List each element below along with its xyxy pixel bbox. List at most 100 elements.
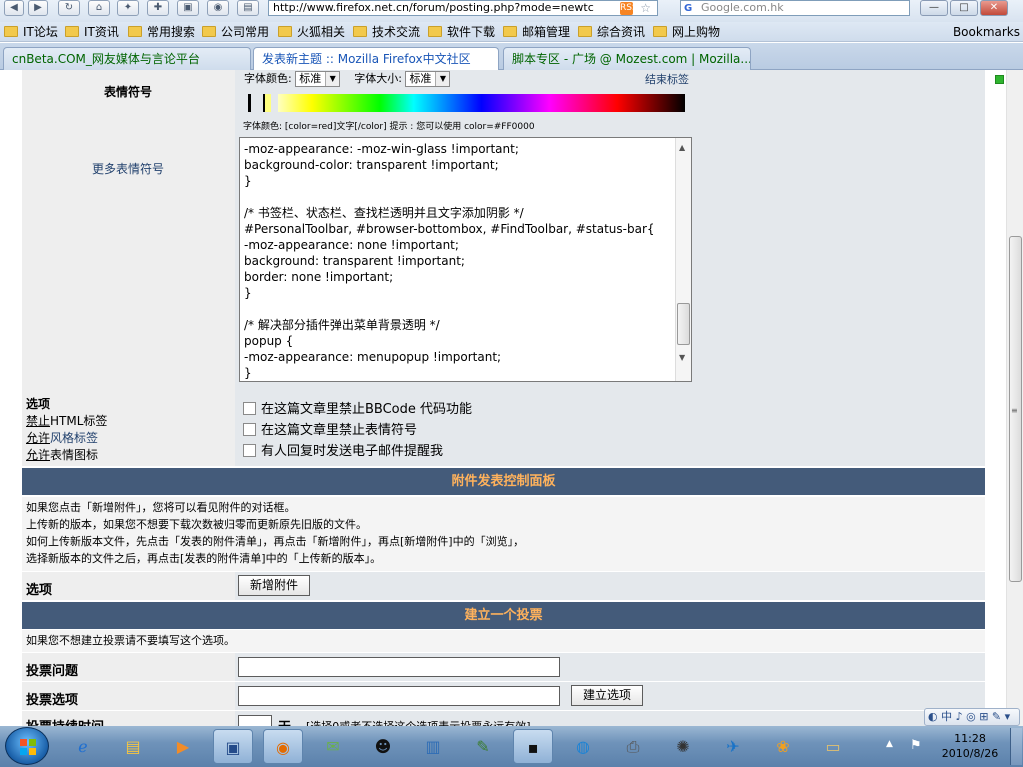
folder-icon	[653, 26, 667, 37]
tab-mozest[interactable]: 脚本专区 - 广场 @ Mozest.com | Mozilla...	[503, 47, 751, 70]
url-bar[interactable]: http://www.firefox.net.cn/forum/posting.…	[268, 0, 658, 16]
color-hint: 字体颜色: [color=red]文字[/color] 提示 : 您可以使用 c…	[243, 122, 535, 132]
browser-icon[interactable]: ◍	[563, 729, 603, 764]
poll-option-input[interactable]	[238, 686, 560, 706]
bookmark-folder[interactable]: 火狐相关	[278, 24, 345, 40]
addon-icon[interactable]: ✦	[117, 0, 139, 16]
emoticons-label: 表情符号	[104, 85, 153, 99]
reload-button[interactable]: ↻	[58, 0, 80, 16]
tab-firefox-posting[interactable]: 发表新主题 :: Mozilla Firefox中文社区	[253, 47, 499, 71]
attachments-info: 如果您点击「新增附件」，您将可以看见附件的对话框。 上传新的版本，如果您不想要下…	[22, 497, 985, 571]
home-icon[interactable]: ⌂	[88, 0, 110, 16]
command-prompt-icon[interactable]: ▪	[513, 729, 553, 764]
bookmark-folder[interactable]: 综合资讯	[578, 24, 645, 40]
bookmark-folder[interactable]: 软件下载	[428, 24, 495, 40]
notify-reply-option[interactable]: 有人回复时发送电子邮件提醒我	[243, 440, 443, 459]
poll-duration-row: 投票持续时间 天 [选择0或者不选择这个选项表示投票永远有效]	[22, 711, 985, 726]
ime-toolbar[interactable]: ◐ 中 ♪ ◎ ⊞ ✎ ▾	[924, 708, 1020, 726]
ime-icon: ◐	[928, 710, 938, 723]
disable-smilies-option[interactable]: 在这篇文章里禁止表情符号	[243, 419, 417, 438]
network-icon[interactable]: ⚑	[910, 738, 922, 753]
rss-icon[interactable]: RSS	[620, 2, 638, 15]
page-scrollbar[interactable]: ≡	[1006, 70, 1023, 726]
smilies-on-link[interactable]: 允许	[26, 448, 50, 462]
start-button[interactable]	[5, 727, 49, 765]
bookmark-folder[interactable]: 技术交流	[353, 24, 420, 40]
bookmarks-menu[interactable]: Bookmarks	[953, 24, 1020, 40]
star-icon[interactable]: ☆	[640, 1, 651, 15]
forward-button[interactable]: ▶	[28, 0, 48, 16]
messenger-icon[interactable]: ✉	[313, 729, 353, 764]
internet-explorer-icon[interactable]: ℯ	[63, 729, 103, 764]
attachments-header: 附件发表控制面板	[22, 468, 985, 495]
poll-duration-label: 投票持续时间	[26, 716, 104, 726]
bookmark-folder[interactable]: 网上购物	[653, 24, 720, 40]
lock-icon[interactable]: ▣	[177, 0, 199, 16]
bookmark-folder[interactable]: IT论坛	[4, 24, 58, 40]
options-right-cell: 在这篇文章里禁止BBCode 代码功能 在这篇文章里禁止表情符号 有人回复时发送…	[235, 390, 985, 466]
color-swatch-yellow[interactable]	[263, 94, 271, 112]
add-option-button[interactable]: 建立选项	[571, 685, 643, 706]
google-icon: G	[684, 3, 693, 14]
puzzle-icon[interactable]: ✚	[147, 0, 169, 16]
font-color-label: 字体颜色:	[244, 72, 292, 85]
close-tags-link[interactable]: 结束标签	[645, 71, 689, 87]
html-off-link[interactable]: 禁止	[26, 414, 50, 428]
media-player-icon[interactable]: ▶	[163, 729, 203, 764]
bookmark-folder[interactable]: 邮箱管理	[503, 24, 570, 40]
poll-note-row: 如果您不想建立投票请不要填写这个选项。	[22, 630, 985, 652]
page-icon[interactable]: ▤	[237, 0, 259, 16]
message-textarea[interactable]: -moz-appearance: -moz-win-glass !importa…	[239, 137, 692, 382]
poll-question-input[interactable]	[238, 657, 560, 677]
checkbox[interactable]	[243, 402, 256, 415]
disable-bbcode-option[interactable]: 在这篇文章里禁止BBCode 代码功能	[243, 398, 472, 417]
color-picker-bar[interactable]	[278, 94, 685, 112]
textarea-scroll-thumb[interactable]	[677, 303, 690, 345]
qq-icon[interactable]: ☻	[363, 729, 403, 764]
poll-duration-input[interactable]	[238, 715, 272, 726]
minimize-button[interactable]: —	[920, 0, 948, 16]
save-disk-icon[interactable]: ▣	[213, 729, 253, 764]
scroll-down-icon[interactable]: ▼	[679, 350, 685, 366]
close-button[interactable]: ✕	[980, 0, 1008, 16]
remote-desktop-icon[interactable]: ▥	[413, 729, 453, 764]
show-desktop-button[interactable]	[1010, 728, 1022, 765]
font-size-select[interactable]: 标准 ▼	[405, 71, 451, 87]
poll-question-label: 投票问题	[26, 664, 79, 679]
font-color-select[interactable]: 标准 ▼	[295, 71, 341, 87]
add-attachment-button[interactable]: 新增附件	[238, 575, 310, 596]
bookmark-folder[interactable]: 常用搜索	[128, 24, 195, 40]
globe-icon[interactable]: ◉	[207, 0, 229, 16]
folder-icon	[428, 26, 442, 37]
feather-icon[interactable]: ✈	[713, 729, 753, 764]
taskbar: ℯ ▤ ▶ ▣ ◉ ✉ ☻ ▥ ✎ ▪ ◍ ⎙ ✺ ✈ ❀ ▭ ▲ ⚑ 11:2…	[0, 726, 1023, 767]
tray-expand-icon[interactable]: ▲	[886, 739, 893, 749]
checkbox[interactable]	[243, 423, 256, 436]
clock[interactable]: 11:28 2010/8/26	[940, 731, 1000, 761]
maximize-button[interactable]: □	[950, 0, 978, 16]
tab-cnbeta[interactable]: cnBeta.COM_网友媒体与言论平台	[3, 47, 251, 70]
folder-icon[interactable]: ▭	[813, 729, 853, 764]
app-icon[interactable]: ✺	[663, 729, 703, 764]
poll-duration-hint: [选择0或者不选择这个选项表示投票永远有效]	[306, 718, 531, 726]
explorer-icon[interactable]: ▤	[113, 729, 153, 764]
folder-icon	[503, 26, 517, 37]
chat-icon[interactable]: ❀	[763, 729, 803, 764]
bookmark-folder[interactable]: 公司常用	[202, 24, 269, 40]
dreamweaver-icon[interactable]: ✎	[463, 729, 503, 764]
bbcode-on-link[interactable]: 允许	[26, 431, 50, 445]
scroll-up-icon[interactable]: ▲	[679, 140, 685, 156]
color-swatch-black[interactable]	[248, 94, 251, 112]
attachments-options-cell	[235, 572, 985, 600]
chevron-down-icon: ▼	[325, 72, 340, 86]
textarea-scrollbar[interactable]: ▲ ▼	[675, 138, 691, 381]
printer-icon[interactable]: ⎙	[613, 729, 653, 764]
checkbox[interactable]	[243, 444, 256, 457]
more-emoticons-link[interactable]: 更多表情符号	[92, 160, 164, 177]
scroll-grip-icon: ≡	[1011, 406, 1018, 415]
firefox-icon[interactable]: ◉	[263, 729, 303, 764]
search-input[interactable]: G Google.com.hk	[680, 0, 910, 16]
bookmark-folder[interactable]: IT资讯	[65, 24, 119, 40]
attachments-options-row: 选项 新增附件	[22, 572, 985, 600]
back-button[interactable]: ◀	[4, 0, 24, 16]
